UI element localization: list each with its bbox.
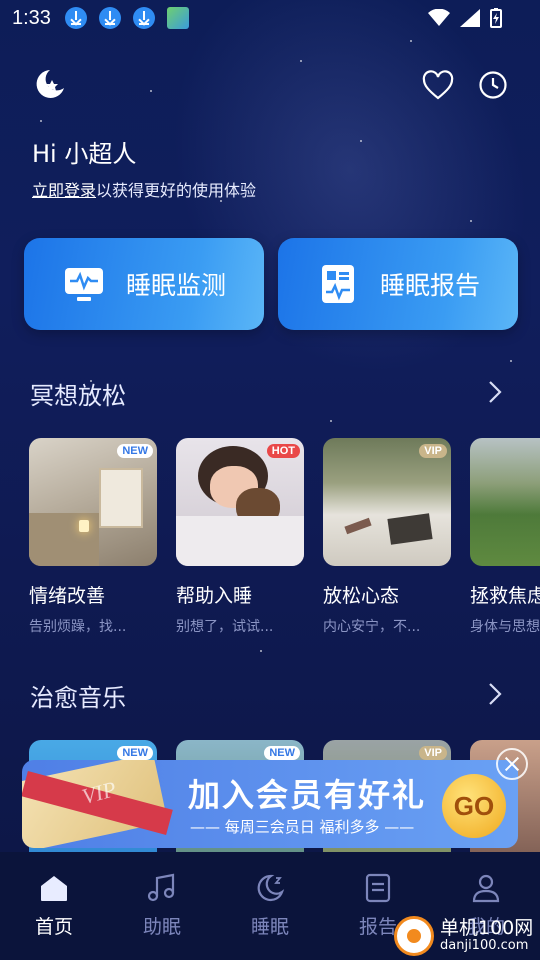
download-icon [64, 7, 87, 29]
app-notification-icon [166, 7, 189, 29]
card-desc: 身体与思想 [470, 619, 540, 635]
download-icon [132, 7, 155, 29]
nav-label: 助眠 [142, 916, 181, 938]
meditation-card-relax[interactable]: VIP [323, 438, 451, 566]
music-more-chevron-icon[interactable] [486, 680, 504, 708]
meditation-card-anxiety[interactable] [470, 438, 540, 566]
new-badge: NEW [117, 746, 153, 760]
meditation-more-chevron-icon[interactable] [486, 378, 504, 406]
watermark-line2: danji100.com [440, 938, 529, 953]
meditation-card-mood[interactable]: NEW [29, 438, 157, 566]
promo-title: 加入会员有好礼 [188, 776, 427, 814]
site-watermark: 单机100网 danji100.com [394, 912, 540, 960]
monitor-pulse-icon [65, 268, 103, 301]
card-title: 拯救焦虑 [470, 585, 540, 607]
login-suffix: 以获得更好的使用体验 [96, 181, 257, 200]
home-icon [41, 876, 67, 901]
greeting-text: Hi 小超人 [32, 140, 137, 168]
user-icon [472, 874, 500, 903]
vip-badge: VIP [419, 444, 447, 458]
new-badge: NEW [264, 746, 300, 760]
card-title: 放松心态 [323, 585, 400, 607]
sleep-report-label: 睡眠报告 [380, 271, 481, 300]
card-title: 帮助入睡 [176, 585, 253, 607]
sleep-monitor-label: 睡眠监测 [126, 271, 227, 300]
hot-badge: HOT [266, 444, 300, 458]
wifi-icon [428, 9, 450, 26]
nav-label: 睡眠 [250, 916, 289, 938]
login-link[interactable]: 立即登录 [32, 181, 96, 200]
login-prompt: 立即登录以获得更好的使用体验 [32, 177, 256, 201]
new-badge: NEW [117, 444, 153, 458]
nav-sleep-aid[interactable]: 助眠 [108, 872, 216, 939]
card-desc: 别想了，试试... [176, 619, 274, 635]
nav-sleep[interactable]: 睡眠 [216, 872, 324, 939]
battery-icon [490, 8, 502, 28]
favorite-heart-icon[interactable] [422, 70, 454, 102]
membership-promo-banner[interactable]: VIP 加入会员有好礼 —— 每周三会员日 福利多多 —— GO [22, 760, 518, 848]
vip-badge: VIP [419, 746, 447, 760]
report-chart-icon [322, 265, 354, 303]
status-bar: 1:33 [0, 0, 540, 36]
nav-label: 首页 [34, 916, 73, 938]
moon-logo-icon [36, 70, 64, 98]
close-banner-icon[interactable] [496, 748, 528, 780]
meditation-card-sleep[interactable]: HOT [176, 438, 304, 566]
document-icon [365, 873, 391, 903]
download-icon [98, 7, 121, 29]
promo-subtitle: —— 每周三会员日 福利多多 —— [190, 818, 415, 836]
card-title: 情绪改善 [29, 585, 106, 607]
history-clock-icon[interactable] [478, 70, 508, 100]
sleep-report-button[interactable]: 睡眠报告 [278, 238, 518, 330]
card-desc: 告别烦躁，找... [29, 619, 127, 635]
sleep-monitor-button[interactable]: 睡眠监测 [24, 238, 264, 330]
music-note-icon [147, 873, 175, 902]
signal-icon [460, 9, 480, 27]
watermark-line1: 单机100网 [440, 917, 534, 939]
status-time: 1:33 [12, 6, 51, 29]
promo-go-button[interactable]: GO [442, 774, 506, 838]
moon-icon [257, 874, 285, 902]
music-section-title: 治愈音乐 [30, 684, 126, 712]
nav-home[interactable]: 首页 [0, 872, 108, 939]
watermark-logo-icon [394, 916, 434, 956]
card-desc: 内心安宁，不... [323, 619, 421, 635]
meditation-section-title: 冥想放松 [30, 382, 126, 410]
